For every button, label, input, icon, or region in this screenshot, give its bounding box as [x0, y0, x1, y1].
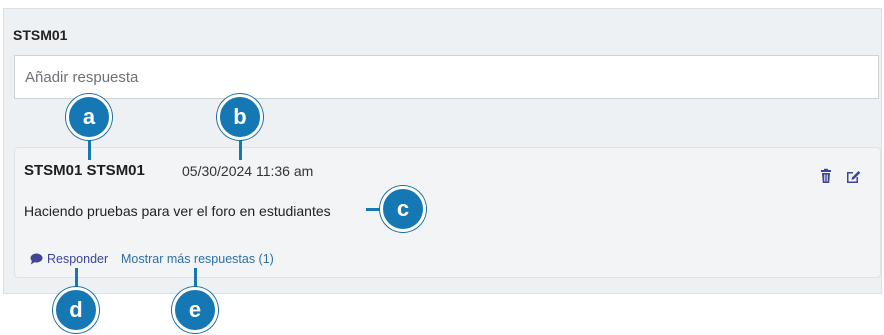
annotation-badge-c: c — [380, 186, 426, 232]
edit-icon[interactable] — [845, 168, 861, 184]
comment-text: Haciendo pruebas para ver el foro en est… — [24, 203, 331, 219]
comment-author: STSM01 STSM01 — [24, 162, 145, 179]
annotation-badge-d: d — [53, 287, 99, 333]
annotation-badge-b: b — [217, 94, 263, 140]
reply-input[interactable] — [14, 55, 879, 99]
speech-bubble-icon — [30, 253, 43, 265]
show-more-replies-link[interactable]: Mostrar más respuestas (1) — [121, 252, 274, 266]
annotation-badge-a: a — [66, 94, 112, 140]
annotation-badge-e: e — [172, 287, 218, 333]
forum-title: STSM01 — [13, 27, 68, 43]
reply-label: Responder — [47, 252, 109, 266]
reply-button[interactable]: Responder — [30, 252, 108, 266]
comment-timestamp: 05/30/2024 11:36 am — [182, 163, 314, 179]
annotation-connector-a — [88, 138, 91, 160]
trash-icon[interactable] — [818, 168, 834, 184]
annotation-connector-b — [239, 138, 242, 160]
